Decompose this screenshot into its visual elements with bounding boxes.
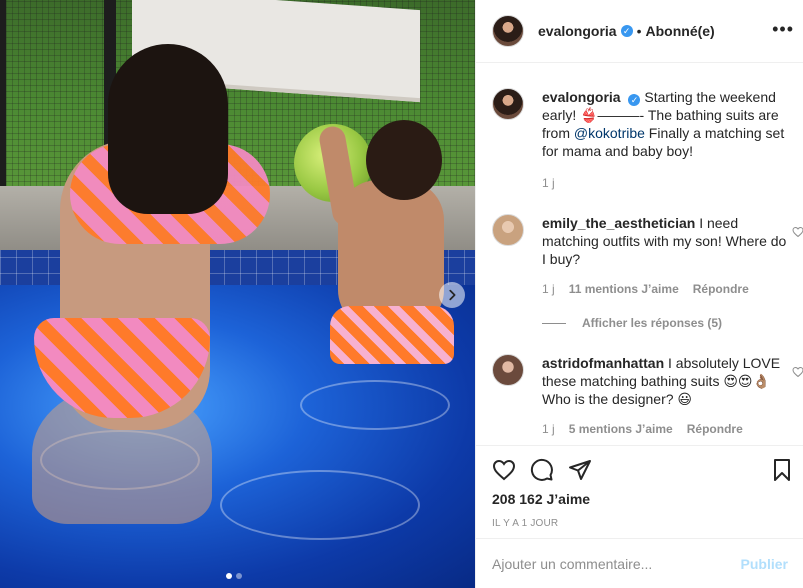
author-username[interactable]: evalongoria — [538, 23, 617, 39]
carousel-next-button[interactable] — [439, 282, 465, 308]
replies-divider — [542, 322, 566, 324]
photo-water-ripple — [300, 380, 450, 430]
post-photo[interactable] — [0, 0, 475, 588]
header-separator: • — [636, 23, 642, 39]
comment-reply-button[interactable]: Répondre — [687, 422, 743, 436]
author-info: evalongoria ✓ • Abonné(e) — [538, 23, 715, 39]
comment-meta: 1 j 11 mentions J’aime Répondre — [542, 282, 749, 296]
photo-fence-pole — [0, 0, 6, 210]
add-comment-bar: Publier — [476, 538, 803, 588]
carousel-dot — [236, 573, 242, 579]
comment-input[interactable] — [492, 555, 741, 572]
comment-likes-count[interactable]: 11 mentions J’aime — [569, 282, 679, 296]
photo-water-ripple — [220, 470, 420, 540]
photo-child-trunks — [330, 306, 454, 364]
caption-meta: 1 j — [542, 176, 555, 190]
comment-likes-count[interactable]: 5 mentions J’aime — [569, 422, 673, 436]
comment-username[interactable]: astridofmanhattan — [542, 355, 664, 371]
action-icons — [492, 458, 592, 482]
photo-child-head — [366, 120, 442, 200]
commenter-avatar[interactable] — [492, 214, 524, 246]
share-icon[interactable] — [568, 458, 592, 482]
comment-age[interactable]: 1 j — [542, 422, 555, 436]
comment-body: emily_the_aesthetician I need matching o… — [542, 214, 790, 268]
verified-badge-icon: ✓ — [620, 25, 633, 37]
carousel-dots — [226, 573, 242, 579]
comment-item: emily_the_aesthetician I need matching o… — [492, 214, 803, 304]
caption-age[interactable]: 1 j — [542, 176, 555, 190]
heart-icon[interactable] — [492, 458, 516, 482]
comment-like-heart-icon[interactable] — [792, 226, 803, 238]
comment-meta: 1 j 5 mentions J’aime Répondre — [542, 422, 743, 436]
caption-mention-link[interactable]: @kokotribe — [574, 125, 645, 141]
caption-body: evalongoria ✓ Starting the weekend early… — [542, 88, 790, 160]
chevron-right-icon — [449, 289, 456, 301]
view-replies-label: Afficher les réponses (5) — [582, 316, 723, 330]
comment-age[interactable]: 1 j — [542, 282, 555, 296]
comment-body: astridofmanhattan I absolutely LOVE thes… — [542, 354, 790, 408]
comment-reply-button[interactable]: Répondre — [693, 282, 749, 296]
caption-username[interactable]: evalongoria — [542, 89, 621, 105]
follow-status-button[interactable]: Abonné(e) — [646, 23, 715, 39]
post-side-panel: evalongoria ✓ • Abonné(e) ••• evalongori… — [475, 0, 803, 588]
commenter-avatar[interactable] — [492, 354, 524, 386]
post-timestamp[interactable]: IL Y A 1 JOUR — [492, 518, 558, 529]
post-header: evalongoria ✓ • Abonné(e) ••• — [476, 0, 803, 63]
caption: evalongoria ✓ Starting the weekend early… — [492, 88, 792, 198]
likes-count[interactable]: 208 162 J’aime — [492, 491, 590, 507]
comments-section[interactable]: evalongoria ✓ Starting the weekend early… — [476, 64, 803, 445]
bookmark-icon — [774, 459, 790, 481]
post-actions: 208 162 J’aime IL Y A 1 JOUR — [476, 445, 803, 545]
comment-icon[interactable] — [530, 458, 554, 482]
view-replies-button[interactable]: Afficher les réponses (5) — [542, 316, 722, 330]
caption-author-avatar[interactable] — [492, 88, 524, 120]
save-button[interactable] — [770, 458, 794, 487]
photo-woman-hair — [108, 44, 228, 214]
comment-username[interactable]: emily_the_aesthetician — [542, 215, 695, 231]
more-options-icon[interactable]: ••• — [772, 20, 794, 38]
comment-like-heart-icon[interactable] — [792, 366, 803, 378]
author-avatar[interactable] — [492, 15, 524, 47]
publish-button[interactable]: Publier — [741, 556, 788, 572]
carousel-dot — [226, 573, 232, 579]
comment-item: astridofmanhattan I absolutely LOVE thes… — [492, 354, 803, 444]
verified-badge-icon: ✓ — [628, 94, 641, 106]
